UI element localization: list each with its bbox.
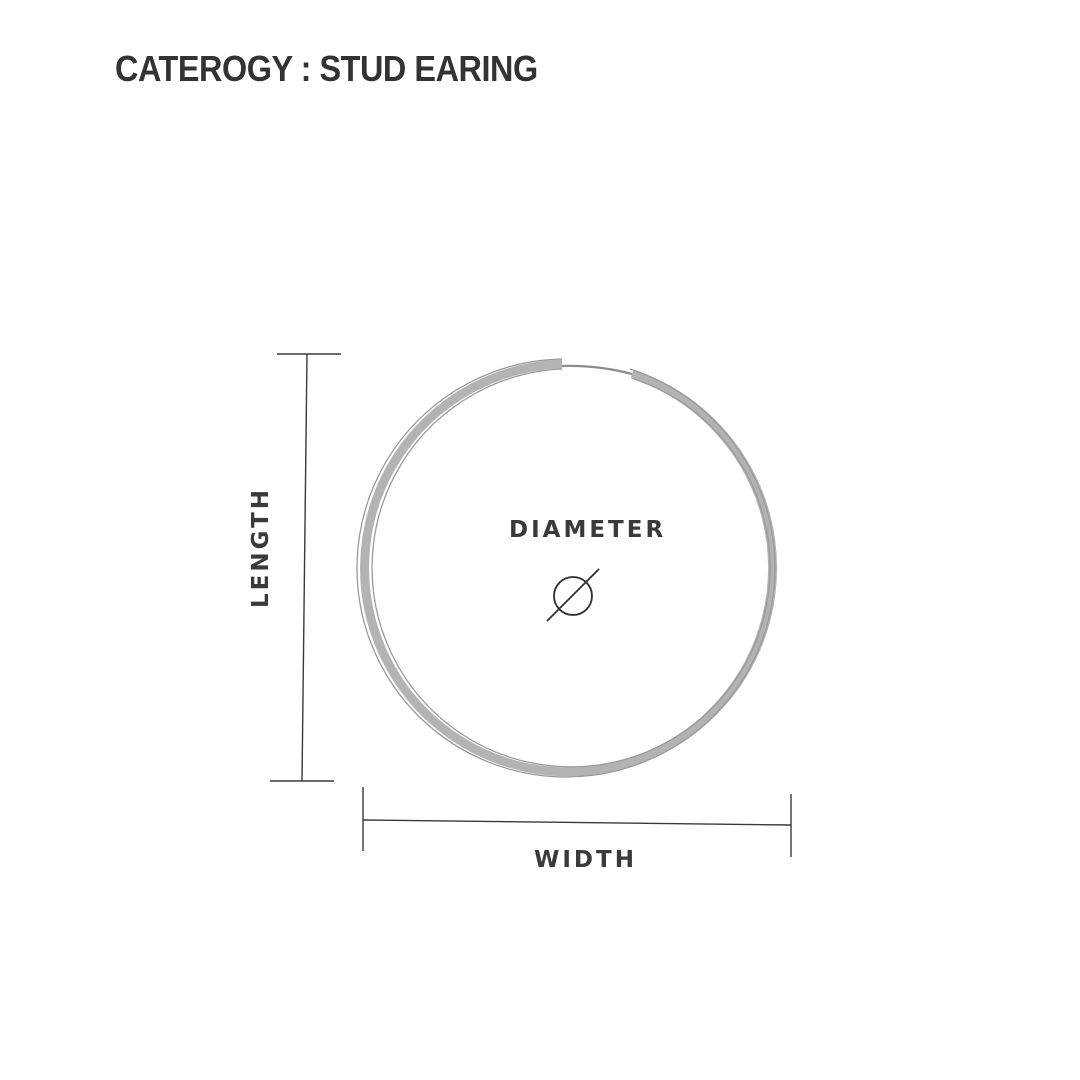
hoop-wire bbox=[561, 364, 633, 376]
diameter-icon bbox=[546, 568, 600, 622]
width-label: WIDTH bbox=[534, 847, 637, 873]
hoop-band-outline-inner bbox=[371, 368, 771, 768]
length-dimension-line bbox=[270, 353, 341, 782]
hoop-earring bbox=[356, 358, 778, 778]
diameter-label: DIAMETER bbox=[509, 517, 667, 543]
length-label: LENGTH bbox=[248, 486, 274, 608]
hoop-band bbox=[360, 359, 778, 777]
